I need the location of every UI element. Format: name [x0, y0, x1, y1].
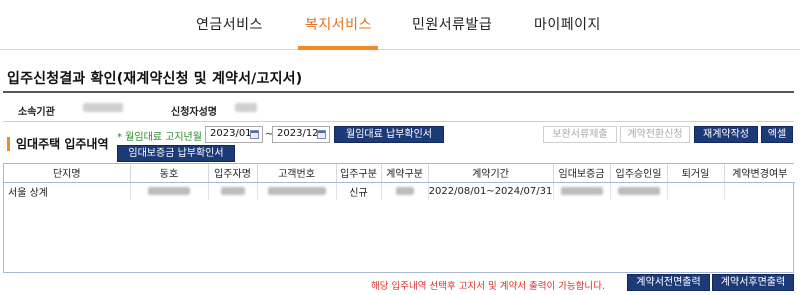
supplement-submit-button[interactable]: 보완서류제출	[543, 126, 617, 143]
section-title: 임대주택 입주내역	[7, 137, 109, 151]
customer-number-cell-redacted	[257, 182, 337, 200]
complex-cell: 서울 상계	[4, 182, 131, 200]
nav-my-page[interactable]: 마이페이지	[534, 14, 601, 34]
org-label: 소속기관	[18, 107, 55, 118]
active-tab-indicator	[298, 46, 378, 50]
column-header[interactable]: 입주자명	[208, 164, 258, 183]
applicant-info-box: 소속기관 신청자성명	[3, 91, 794, 122]
column-header[interactable]: 입주구분	[336, 164, 382, 183]
contract-convert-button[interactable]: 계약전환신청	[620, 126, 690, 143]
calendar-icon[interactable]	[317, 130, 326, 139]
column-header[interactable]: 동호	[130, 164, 209, 183]
column-header[interactable]: 퇴거일	[667, 164, 725, 183]
contract-change-cell	[724, 182, 795, 200]
print-front-button[interactable]: 계약서전면출력	[627, 274, 710, 291]
deposit-cell-redacted	[553, 182, 611, 200]
nav-pension-service[interactable]: 연금서비스	[196, 14, 263, 34]
residence-table: 단지명 동호 입주자명 고객번호 입주구분 계약구분 계약기간 임대보증금 입주…	[3, 163, 795, 273]
move-out-date-cell	[667, 182, 725, 200]
contract-type-cell-redacted	[381, 182, 429, 200]
unit-cell-redacted	[130, 182, 209, 200]
page-title: 입주신청결과 확인(재계약신청 및 계약서/고지서)	[7, 71, 303, 87]
from-month-input[interactable]: 2023/01	[205, 126, 263, 143]
top-navigation: 연금서비스 복지서비스 민원서류발급 마이페이지	[0, 0, 800, 50]
applicant-value-redacted	[235, 103, 257, 112]
deposit-receipt-button[interactable]: 임대보증금 납부확인서	[117, 145, 235, 162]
column-header[interactable]: 계약변경여부	[724, 164, 795, 183]
approval-date-cell-redacted	[610, 182, 668, 200]
print-notice: 해당 입주내역 선택후 고지서 및 계약서 출력이 가능합니다.	[371, 281, 605, 292]
contract-create-button[interactable]: 재계약작성	[694, 126, 758, 143]
monthly-rent-receipt-button[interactable]: 월임대료 납부확인서	[334, 126, 444, 143]
tenant-name-cell-redacted	[208, 182, 258, 200]
table-row[interactable]: 서울 상계 신규 2022/08/01~2024/07/31	[4, 182, 795, 200]
contract-period-cell: 2022/08/01~2024/07/31	[428, 182, 554, 200]
nav-welfare-service[interactable]: 복지서비스	[305, 14, 372, 34]
applicant-label: 신청자성명	[171, 107, 217, 118]
print-back-button[interactable]: 계약서후면출력	[712, 274, 794, 291]
table-header-row: 단지명 동호 입주자명 고객번호 입주구분 계약구분 계약기간 임대보증금 입주…	[4, 164, 795, 183]
calendar-icon[interactable]	[250, 130, 259, 139]
column-header[interactable]: 계약구분	[381, 164, 429, 183]
column-header[interactable]: 계약기간	[428, 164, 554, 183]
column-header[interactable]: 임대보증금	[553, 164, 611, 183]
column-header[interactable]: 입주승인일	[610, 164, 668, 183]
to-month-input[interactable]: 2023/12	[272, 126, 330, 143]
column-header[interactable]: 단지명	[4, 164, 131, 183]
org-value-redacted	[83, 103, 123, 112]
nav-document-issue[interactable]: 민원서류발급	[412, 14, 492, 34]
rent-month-label: * 월임대료 고지년월	[117, 132, 202, 143]
column-header[interactable]: 고객번호	[257, 164, 337, 183]
to-month-value: 2023/12	[277, 128, 319, 139]
from-month-value: 2023/01	[210, 128, 252, 139]
excel-button[interactable]: 엑셀	[761, 126, 793, 143]
move-in-type-cell: 신규	[336, 182, 382, 200]
